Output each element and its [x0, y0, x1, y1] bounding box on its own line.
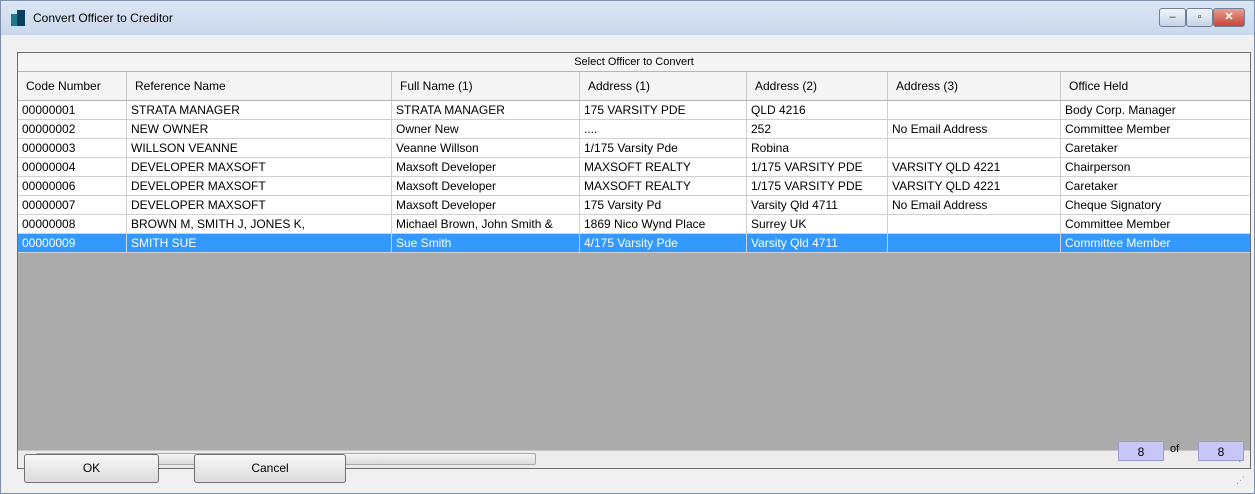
- current-record-field: 8: [1118, 441, 1164, 461]
- cell-address3: [888, 215, 1061, 234]
- cell-address3: VARSITY QLD 4221: [888, 158, 1061, 177]
- cell-address1: 4/175 Varsity Pde: [580, 234, 747, 253]
- cell-address2: Varsity Qld 4711: [747, 196, 888, 215]
- cell-address2: 1/175 VARSITY PDE: [747, 158, 888, 177]
- table-row[interactable]: 00000008 BROWN M, SMITH J, JONES K, Michae…: [18, 215, 1250, 234]
- cell-reference: BROWN M, SMITH J, JONES K,: [127, 215, 392, 234]
- column-header-office[interactable]: Office Held: [1061, 72, 1250, 100]
- cell-code: 00000003: [18, 139, 127, 158]
- cell-reference: WILLSON VEANNE: [127, 139, 392, 158]
- officer-grid[interactable]: Select Officer to Convert Code Number Ref…: [17, 52, 1251, 469]
- table-row[interactable]: 00000002 NEW OWNER Owner New.... 252 No Emai…: [18, 120, 1250, 139]
- cell-address2: 252: [747, 120, 888, 139]
- cell-address1: MAXSOFT REALTY: [580, 158, 747, 177]
- column-header-address1[interactable]: Address (1): [580, 72, 747, 100]
- cell-fullname: Maxsoft Developer: [392, 196, 580, 215]
- cell-code: 00000002: [18, 120, 127, 139]
- cell-office: Committee Member: [1061, 215, 1250, 234]
- cell-address2: 1/175 VARSITY PDE: [747, 177, 888, 196]
- table-row[interactable]: 00000004 DEVELOPER MAXSOFT Maxsoft Develop…: [18, 158, 1250, 177]
- cell-office: Caretaker: [1061, 139, 1250, 158]
- cell-reference: STRATA MANAGER: [127, 101, 392, 120]
- window-title: Convert Officer to Creditor: [33, 11, 173, 25]
- cell-office: Committee Member: [1061, 120, 1250, 139]
- cell-address2: Surrey UK: [747, 215, 888, 234]
- cell-office: Caretaker: [1061, 177, 1250, 196]
- total-records-field: 8: [1198, 441, 1244, 461]
- cell-fullname: Maxsoft Developer: [392, 158, 580, 177]
- maximize-button[interactable]: ▫: [1186, 8, 1213, 27]
- cancel-button[interactable]: Cancel: [194, 454, 346, 483]
- table-row[interactable]: 00000003 WILLSON VEANNE Veanne Willson 1/17…: [18, 139, 1250, 158]
- cell-address3: No Email Address: [888, 196, 1061, 215]
- grid-caption: Select Officer to Convert: [18, 53, 1250, 72]
- table-row[interactable]: 00000009 SMITH SUE Sue Smith 4/175 Varsity …: [18, 234, 1250, 253]
- cell-reference: DEVELOPER MAXSOFT: [127, 177, 392, 196]
- column-header-code[interactable]: Code Number: [18, 72, 127, 100]
- app-icon: [11, 10, 27, 26]
- cell-reference: NEW OWNER: [127, 120, 392, 139]
- cell-code: 00000008: [18, 215, 127, 234]
- minimize-button[interactable]: –: [1159, 8, 1186, 27]
- table-row[interactable]: 00000007 DEVELOPER MAXSOFT Maxsoft Develop…: [18, 196, 1250, 215]
- column-header-address2[interactable]: Address (2): [747, 72, 888, 100]
- grid-header: Code Number Reference Name Full Name (1) Ad…: [18, 72, 1250, 101]
- cell-address3: VARSITY QLD 4221: [888, 177, 1061, 196]
- cell-fullname: STRATA MANAGER: [392, 101, 580, 120]
- dialog-body: Select Officer to Convert Code Number Ref…: [7, 35, 1251, 487]
- column-header-reference[interactable]: Reference Name: [127, 72, 392, 100]
- cell-address3: [888, 101, 1061, 120]
- cell-address3: No Email Address: [888, 120, 1061, 139]
- cell-fullname: Maxsoft Developer: [392, 177, 580, 196]
- cell-reference: DEVELOPER MAXSOFT: [127, 196, 392, 215]
- cell-reference: DEVELOPER MAXSOFT: [127, 158, 392, 177]
- cell-address3: [888, 234, 1061, 253]
- resize-grip-icon[interactable]: ⋰: [1236, 475, 1246, 485]
- cell-address1: ....: [580, 120, 747, 139]
- cell-fullname: Owner New: [392, 120, 580, 139]
- cell-office: Chairperson: [1061, 158, 1250, 177]
- cell-fullname: Sue Smith: [392, 234, 580, 253]
- cell-address1: 175 Varsity Pd: [580, 196, 747, 215]
- cell-address3: [888, 139, 1061, 158]
- cell-address2: Varsity Qld 4711: [747, 234, 888, 253]
- cell-address1: 1/175 Varsity Pde: [580, 139, 747, 158]
- close-button[interactable]: ✕: [1213, 8, 1245, 27]
- title-bar[interactable]: Convert Officer to Creditor – ▫ ✕: [1, 1, 1254, 35]
- of-label: of: [1170, 443, 1180, 455]
- cell-address2: QLD 4216: [747, 101, 888, 120]
- grid-rows: 00000001 STRATA MANAGER STRATA MANAGER 175 …: [18, 101, 1250, 253]
- table-row[interactable]: 00000001 STRATA MANAGER STRATA MANAGER 175 …: [18, 101, 1250, 120]
- column-header-address3[interactable]: Address (3): [888, 72, 1061, 100]
- cell-office: Committee Member: [1061, 234, 1250, 253]
- table-row[interactable]: 00000006 DEVELOPER MAXSOFT Maxsoft Develop…: [18, 177, 1250, 196]
- cell-code: 00000007: [18, 196, 127, 215]
- column-header-fullname[interactable]: Full Name (1): [392, 72, 580, 100]
- cell-reference: SMITH SUE: [127, 234, 392, 253]
- cell-office: Cheque Signatory: [1061, 196, 1250, 215]
- cell-code: 00000004: [18, 158, 127, 177]
- cell-office: Body Corp. Manager: [1061, 101, 1250, 120]
- cell-address1: 175 VARSITY PDE: [580, 101, 747, 120]
- cell-code: 00000006: [18, 177, 127, 196]
- cell-fullname: Veanne Willson: [392, 139, 580, 158]
- cell-code: 00000009: [18, 234, 127, 253]
- cell-code: 00000001: [18, 101, 127, 120]
- cell-address2: Robina: [747, 139, 888, 158]
- convert-officer-window: Convert Officer to Creditor – ▫ ✕ Select…: [0, 0, 1255, 494]
- ok-button[interactable]: OK: [24, 454, 159, 483]
- cell-address1: MAXSOFT REALTY: [580, 177, 747, 196]
- cell-address1: 1869 Nico Wynd Place: [580, 215, 747, 234]
- cell-fullname: Michael Brown, John Smith &: [392, 215, 580, 234]
